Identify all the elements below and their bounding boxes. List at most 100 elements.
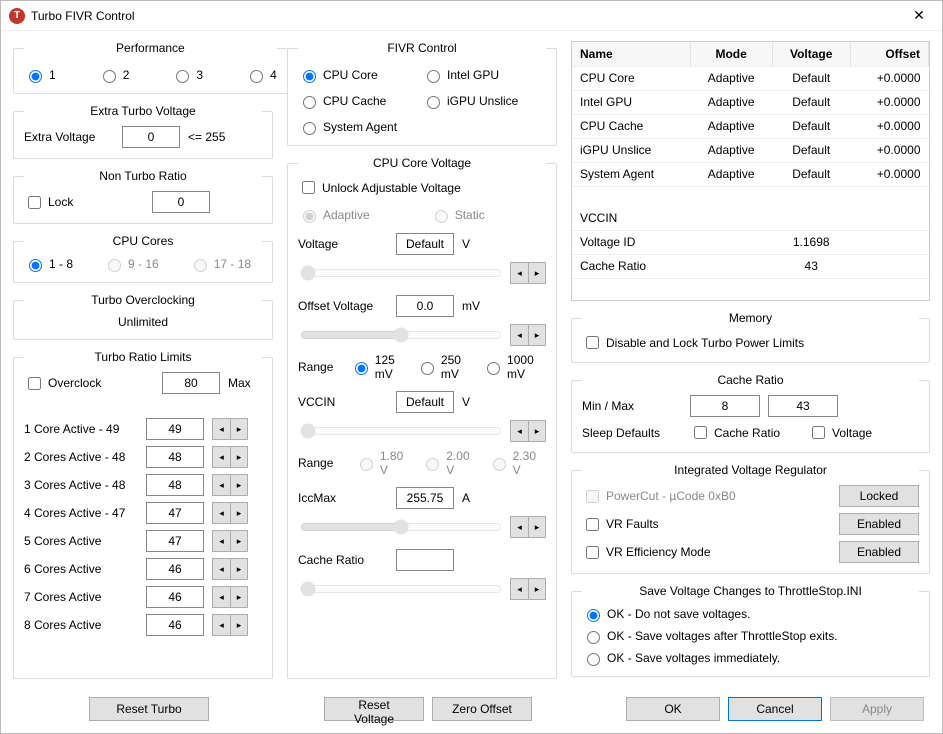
table-row[interactable]: Cache Ratio43 <box>572 254 929 278</box>
zero-offset-button[interactable]: Zero Offset <box>432 697 532 721</box>
fivr-cpu-cache[interactable]: CPU Cache <box>298 93 422 109</box>
sleep-voltage-checkbox[interactable]: Voltage <box>808 423 872 442</box>
vr-faults-status[interactable]: Enabled <box>839 513 919 535</box>
save-opt-2[interactable]: OK - Save voltages immediately. <box>582 650 919 666</box>
vccin-range-180[interactable]: 1.80 V <box>355 449 413 477</box>
turbo-row-inc-4[interactable]: ▸ <box>230 530 248 552</box>
cache-ratio-dec[interactable]: ◂ <box>510 578 528 600</box>
offset-slider[interactable] <box>300 325 502 345</box>
offset-input[interactable] <box>396 295 454 317</box>
table-row[interactable]: iGPU UnsliceAdaptiveDefault+0.0000 <box>572 138 929 162</box>
performance-1[interactable]: 1 <box>24 67 56 83</box>
disable-turbo-limits-checkbox[interactable]: Disable and Lock Turbo Power Limits <box>582 333 919 352</box>
unlock-voltage-checkbox[interactable]: Unlock Adjustable Voltage <box>298 178 546 197</box>
cache-min-input[interactable] <box>690 395 760 417</box>
turbo-row-dec-7[interactable]: ◂ <box>212 614 230 636</box>
performance-2[interactable]: 2 <box>98 67 130 83</box>
offset-inc[interactable]: ▸ <box>528 324 546 346</box>
cpu-cores-1-8[interactable]: 1 - 8 <box>24 256 73 272</box>
range-125[interactable]: 125 mV <box>350 353 408 381</box>
fivr-cpu-core[interactable]: CPU Core <box>298 67 422 83</box>
turbo-row-input-7[interactable] <box>146 614 204 636</box>
turbo-row-dec-1[interactable]: ◂ <box>212 446 230 468</box>
vccin-range-200[interactable]: 2.00 V <box>421 449 479 477</box>
turbo-row-inc-7[interactable]: ▸ <box>230 614 248 636</box>
voltage-table[interactable]: Name Mode Voltage Offset CPU CoreAdaptiv… <box>571 41 930 301</box>
vccin-dec[interactable]: ◂ <box>510 420 528 442</box>
fivr-intel-gpu[interactable]: Intel GPU <box>422 67 546 83</box>
turbo-row-input-3[interactable] <box>146 502 204 524</box>
powercut-checkbox[interactable]: PowerCut - µCode 0xB0 <box>582 487 831 506</box>
turbo-row-inc-2[interactable]: ▸ <box>230 474 248 496</box>
vr-efficiency-checkbox[interactable]: VR Efficiency Mode <box>582 543 831 562</box>
sleep-cache-ratio-checkbox[interactable]: Cache Ratio <box>690 423 780 442</box>
apply-button[interactable]: Apply <box>830 697 924 721</box>
cache-ratio-input[interactable] <box>396 549 454 571</box>
range-1000[interactable]: 1000 mV <box>482 353 546 381</box>
voltage-slider[interactable] <box>300 263 502 283</box>
range-250[interactable]: 250 mV <box>416 353 474 381</box>
iccmax-inc[interactable]: ▸ <box>528 516 546 538</box>
extra-voltage-input[interactable] <box>122 126 180 148</box>
voltage-dec[interactable]: ◂ <box>510 262 528 284</box>
table-row[interactable]: Voltage ID1.1698 <box>572 230 929 254</box>
lock-checkbox[interactable]: Lock <box>24 193 73 212</box>
performance-4[interactable]: 4 <box>245 67 277 83</box>
turbo-row-inc-5[interactable]: ▸ <box>230 558 248 580</box>
turbo-row-dec-2[interactable]: ◂ <box>212 474 230 496</box>
th-mode[interactable]: Mode <box>690 42 772 66</box>
non-turbo-input[interactable] <box>152 191 210 213</box>
table-row[interactable]: VCCIN <box>572 206 929 230</box>
turbo-row-inc-3[interactable]: ▸ <box>230 502 248 524</box>
save-opt-0[interactable]: OK - Do not save voltages. <box>582 606 919 622</box>
turbo-max-input[interactable] <box>162 372 220 394</box>
th-offset[interactable]: Offset <box>850 42 928 66</box>
table-row[interactable]: CPU CoreAdaptiveDefault+0.0000 <box>572 66 929 90</box>
cache-max-input[interactable] <box>768 395 838 417</box>
cache-ratio-slider[interactable] <box>300 579 502 599</box>
offset-dec[interactable]: ◂ <box>510 324 528 346</box>
table-row[interactable]: CPU CacheAdaptiveDefault+0.0000 <box>572 114 929 138</box>
close-button[interactable]: ✕ <box>896 1 942 31</box>
voltage-inc[interactable]: ▸ <box>528 262 546 284</box>
reset-voltage-button[interactable]: Reset Voltage <box>324 697 424 721</box>
performance-3[interactable]: 3 <box>171 67 203 83</box>
turbo-row-dec-6[interactable]: ◂ <box>212 586 230 608</box>
turbo-row-dec-4[interactable]: ◂ <box>212 530 230 552</box>
powercut-status[interactable]: Locked <box>839 485 919 507</box>
turbo-row-input-2[interactable] <box>146 474 204 496</box>
turbo-row-input-0[interactable] <box>146 418 204 440</box>
table-row[interactable]: Intel GPUAdaptiveDefault+0.0000 <box>572 90 929 114</box>
vr-faults-checkbox[interactable]: VR Faults <box>582 515 831 534</box>
turbo-row-input-1[interactable] <box>146 446 204 468</box>
turbo-row-inc-1[interactable]: ▸ <box>230 446 248 468</box>
iccmax-slider[interactable] <box>300 517 502 537</box>
th-name[interactable]: Name <box>572 42 690 66</box>
turbo-row-input-5[interactable] <box>146 558 204 580</box>
voltage-input[interactable] <box>396 233 454 255</box>
turbo-row-input-6[interactable] <box>146 586 204 608</box>
mode-adaptive[interactable]: Adaptive <box>298 207 370 223</box>
vccin-range-230[interactable]: 2.30 V <box>488 449 546 477</box>
turbo-row-dec-5[interactable]: ◂ <box>212 558 230 580</box>
turbo-row-dec-0[interactable]: ◂ <box>212 418 230 440</box>
fivr-system-agent[interactable]: System Agent <box>298 119 422 135</box>
th-voltage[interactable]: Voltage <box>772 42 850 66</box>
cpu-cores-9-16[interactable]: 9 - 16 <box>103 256 159 272</box>
turbo-row-inc-0[interactable]: ▸ <box>230 418 248 440</box>
turbo-row-input-4[interactable] <box>146 530 204 552</box>
vccin-input[interactable] <box>396 391 454 413</box>
cache-ratio-inc[interactable]: ▸ <box>528 578 546 600</box>
fivr-igpu-unslice[interactable]: iGPU Unslice <box>422 93 546 109</box>
table-row[interactable]: System AgentAdaptiveDefault+0.0000 <box>572 162 929 186</box>
reset-turbo-button[interactable]: Reset Turbo <box>89 697 209 721</box>
iccmax-input[interactable] <box>396 487 454 509</box>
vr-efficiency-status[interactable]: Enabled <box>839 541 919 563</box>
turbo-row-dec-3[interactable]: ◂ <box>212 502 230 524</box>
mode-static[interactable]: Static <box>430 207 485 223</box>
cpu-cores-17-18[interactable]: 17 - 18 <box>189 256 251 272</box>
turbo-row-inc-6[interactable]: ▸ <box>230 586 248 608</box>
vccin-inc[interactable]: ▸ <box>528 420 546 442</box>
overclock-checkbox[interactable]: Overclock <box>24 374 101 393</box>
cancel-button[interactable]: Cancel <box>728 697 822 721</box>
